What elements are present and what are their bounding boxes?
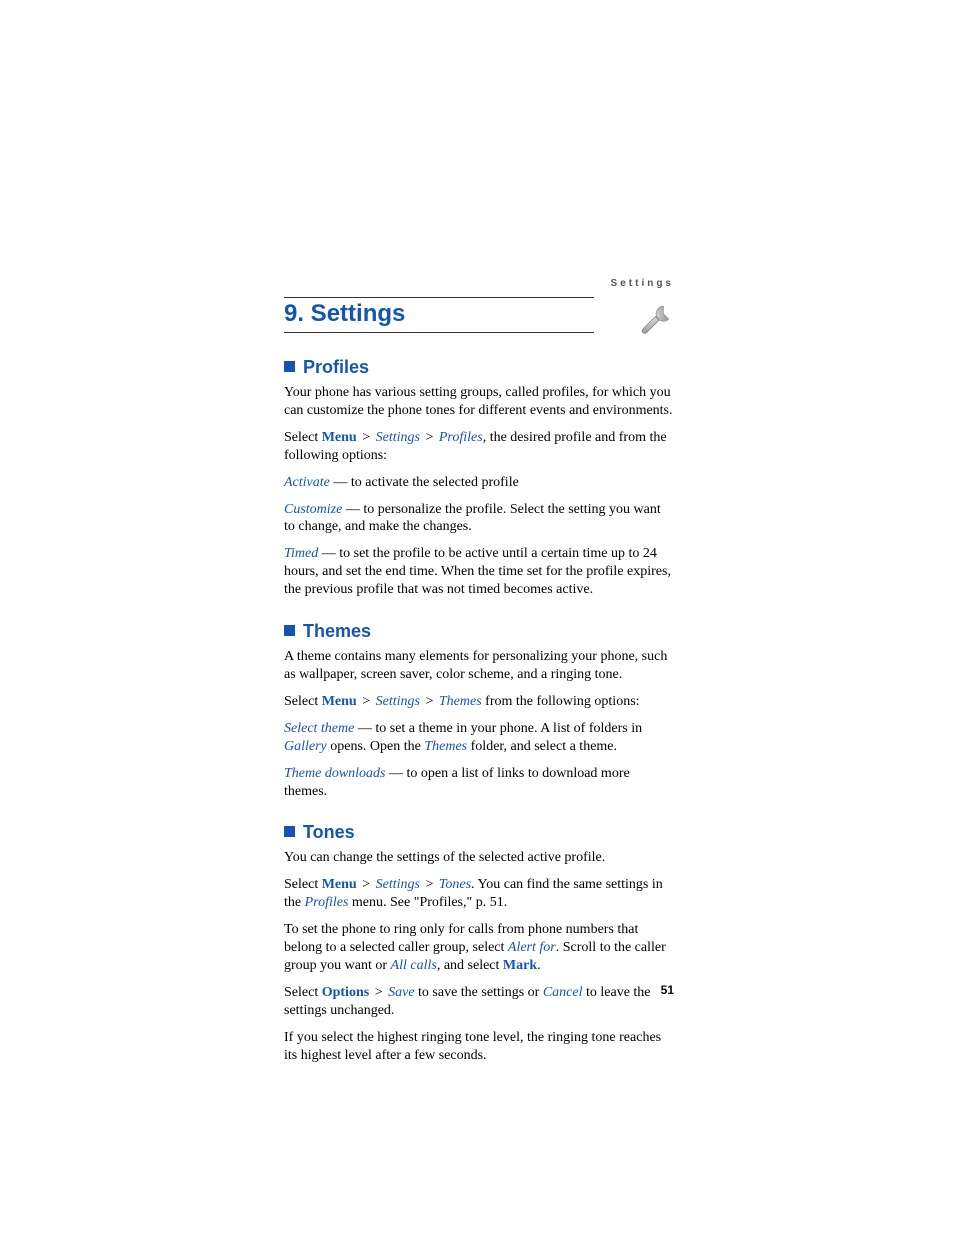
section-profiles: Profiles Your phone has various setting … xyxy=(284,357,674,599)
option-select-theme: Select theme — to set a theme in your ph… xyxy=(284,720,674,756)
breadcrumb-separator: > xyxy=(359,877,374,892)
text: . xyxy=(537,958,541,973)
note: If you select the highest ringing tone l… xyxy=(284,1029,674,1065)
section-heading-tones: Tones xyxy=(284,822,674,843)
option-timed: Timed — to set the profile to be active … xyxy=(284,545,674,599)
cancel-action[interactable]: Cancel xyxy=(543,985,583,1000)
text: Select xyxy=(284,694,322,709)
chapter-title: 9. Settings xyxy=(284,297,594,333)
page-number: 51 xyxy=(661,983,674,997)
paragraph: You can change the settings of the selec… xyxy=(284,849,674,867)
text: opens. Open the xyxy=(327,739,425,754)
menu-path-menu[interactable]: Menu xyxy=(322,430,357,445)
paragraph: Select Options > Save to save the settin… xyxy=(284,984,674,1020)
breadcrumb-separator: > xyxy=(359,430,374,445)
option-label[interactable]: Theme downloads xyxy=(284,766,386,781)
menu-path-themes[interactable]: Themes xyxy=(439,694,482,709)
menu-path-tones[interactable]: Tones xyxy=(439,877,471,892)
breadcrumb-separator: > xyxy=(422,877,437,892)
text: Select xyxy=(284,985,322,1000)
breadcrumb-separator: > xyxy=(422,694,437,709)
menu-path-settings[interactable]: Settings xyxy=(376,430,420,445)
themes-folder-link[interactable]: Themes xyxy=(424,739,467,754)
text: folder, and select a theme. xyxy=(467,739,617,754)
text: — to set a theme in your phone. A list o… xyxy=(354,721,642,736)
option-label[interactable]: Customize xyxy=(284,502,342,517)
heading-text: Tones xyxy=(303,822,355,842)
paragraph: Select Menu > Settings > Tones. You can … xyxy=(284,876,674,912)
option-customize: Customize — to personalize the profile. … xyxy=(284,501,674,537)
text: Select xyxy=(284,877,322,892)
mark-action[interactable]: Mark xyxy=(503,958,537,973)
text: to save the settings or xyxy=(415,985,543,1000)
running-header: Settings xyxy=(611,278,674,289)
section-themes: Themes A theme contains many elements fo… xyxy=(284,621,674,800)
alert-for-link[interactable]: Alert for xyxy=(508,940,556,955)
menu-path-profiles[interactable]: Profiles xyxy=(439,430,483,445)
section-tones: Tones You can change the settings of the… xyxy=(284,822,674,1064)
option-label[interactable]: Select theme xyxy=(284,721,354,736)
menu-path-menu[interactable]: Menu xyxy=(322,877,357,892)
text: , and select xyxy=(437,958,503,973)
all-calls-link[interactable]: All calls xyxy=(391,958,437,973)
text: menu. See "Profiles," p. 51. xyxy=(348,895,507,910)
menu-path-menu[interactable]: Menu xyxy=(322,694,357,709)
gallery-link[interactable]: Gallery xyxy=(284,739,327,754)
breadcrumb-separator: > xyxy=(422,430,437,445)
heading-text: Profiles xyxy=(303,357,369,377)
section-heading-themes: Themes xyxy=(284,621,674,642)
menu-path-settings[interactable]: Settings xyxy=(376,694,420,709)
heading-text: Themes xyxy=(303,621,371,641)
options-action[interactable]: Options xyxy=(322,985,369,1000)
section-heading-profiles: Profiles xyxy=(284,357,674,378)
option-text: — to activate the selected profile xyxy=(330,475,519,490)
option-label[interactable]: Activate xyxy=(284,475,330,490)
menu-path-settings[interactable]: Settings xyxy=(376,877,420,892)
square-bullet-icon xyxy=(284,625,295,636)
breadcrumb-separator: > xyxy=(371,985,386,1000)
paragraph: Select Menu > Settings > Themes from the… xyxy=(284,693,674,711)
save-action[interactable]: Save xyxy=(388,985,414,1000)
wrench-icon xyxy=(640,301,674,335)
chapter-row: 9. Settings xyxy=(284,297,674,335)
option-text: — to set the profile to be active until … xyxy=(284,546,671,597)
text: from the following options: xyxy=(482,694,640,709)
square-bullet-icon xyxy=(284,361,295,372)
option-theme-downloads: Theme downloads — to open a list of link… xyxy=(284,765,674,801)
manual-page: Settings 9. Settings Profiles Your phone… xyxy=(0,0,954,1235)
option-activate: Activate — to activate the selected prof… xyxy=(284,474,674,492)
profiles-link[interactable]: Profiles xyxy=(305,895,349,910)
paragraph: To set the phone to ring only for calls … xyxy=(284,921,674,975)
breadcrumb-separator: > xyxy=(359,694,374,709)
option-label[interactable]: Timed xyxy=(284,546,318,561)
square-bullet-icon xyxy=(284,826,295,837)
text: Select xyxy=(284,430,322,445)
paragraph: Your phone has various setting groups, c… xyxy=(284,384,674,420)
paragraph: A theme contains many elements for perso… xyxy=(284,648,674,684)
paragraph: Select Menu > Settings > Profiles, the d… xyxy=(284,429,674,465)
